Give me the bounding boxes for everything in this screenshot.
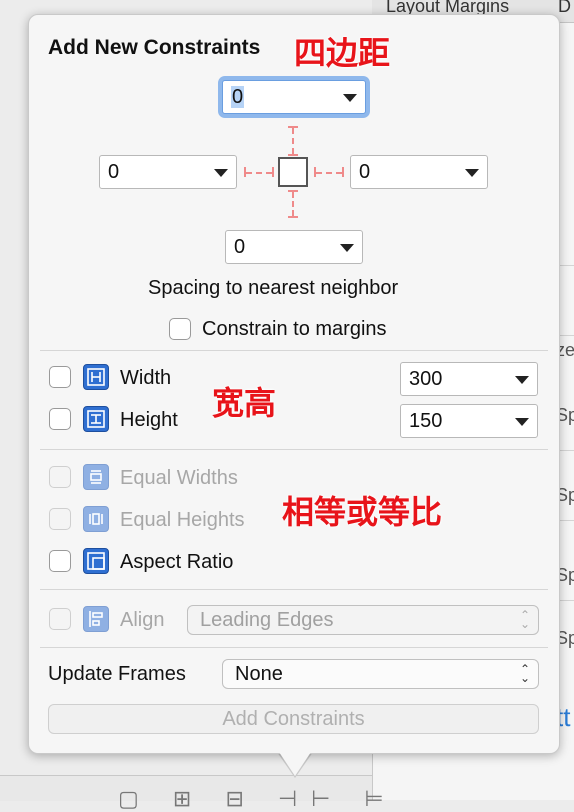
equal-widths-label: Equal Widths: [120, 467, 238, 489]
height-constraint-icon: [83, 406, 109, 432]
chevron-down-icon[interactable]: [214, 169, 228, 177]
bottom-spacing-field[interactable]: 0: [225, 230, 363, 264]
popover-arrow: [279, 752, 311, 776]
width-value-field[interactable]: 300: [400, 362, 538, 396]
left-strut-cap[interactable]: [272, 167, 274, 177]
update-frames-label: Update Frames: [48, 663, 186, 685]
align-label: Align: [120, 609, 165, 631]
right-strut[interactable]: [316, 172, 342, 174]
right-spacing-field[interactable]: 0: [350, 155, 488, 189]
annotation-size: 宽高: [212, 385, 277, 421]
view-box-icon: [278, 157, 308, 187]
bottom-spacing-value: 0: [234, 236, 246, 258]
update-frames-value: None: [235, 663, 283, 685]
add-constraints-button[interactable]: Add Constraints: [48, 704, 539, 734]
chevron-down-icon[interactable]: [343, 94, 357, 102]
left-spacing-field[interactable]: 0: [99, 155, 237, 189]
chevron-down-icon[interactable]: [340, 244, 354, 252]
aspect-ratio-label: Aspect Ratio: [120, 551, 234, 573]
bottom-strut-cap[interactable]: [288, 216, 298, 218]
align-popup[interactable]: Leading Edges ⌃ ⌄: [187, 605, 539, 635]
header-fragment: D: [558, 0, 571, 16]
width-constraint-icon: [83, 364, 109, 390]
align-value: Leading Edges: [200, 609, 334, 631]
align-icon: [83, 606, 109, 632]
right-spacing-value: 0: [359, 161, 371, 183]
width-label: Width: [120, 367, 172, 389]
up-down-chevron-icon: ⌃ ⌄: [519, 608, 530, 631]
section-divider: [40, 350, 548, 351]
update-frames-popup[interactable]: None ⌃ ⌄: [222, 659, 539, 689]
up-down-chevron-icon: ⌃ ⌄: [519, 662, 530, 685]
annotation-equal: 相等或等比: [282, 494, 443, 530]
section-divider: [40, 449, 548, 450]
spacing-caption: Spacing to nearest neighbor: [148, 277, 399, 299]
equal-heights-label: Equal Heights: [120, 509, 245, 531]
bottom-strut[interactable]: [292, 192, 294, 216]
width-value: 300: [409, 368, 443, 390]
equal-widths-checkbox[interactable]: [49, 466, 71, 488]
aspect-ratio-checkbox[interactable]: [49, 550, 71, 572]
top-spacing-value: 0: [231, 86, 245, 108]
height-checkbox[interactable]: [49, 408, 71, 430]
annotation-margins: 四边距: [294, 35, 391, 71]
chevron-down-icon[interactable]: [515, 376, 529, 384]
left-spacing-value: 0: [108, 161, 120, 183]
popover-title: Add New Constraints: [48, 36, 261, 59]
top-strut[interactable]: [292, 128, 294, 154]
constrain-margins-label: Constrain to margins: [202, 318, 387, 340]
height-label: Height: [120, 409, 178, 431]
top-spacing-field[interactable]: 0: [222, 80, 366, 114]
constrain-margins-checkbox[interactable]: [169, 318, 191, 340]
left-strut[interactable]: [246, 172, 272, 174]
height-value: 150: [409, 410, 443, 432]
height-value-field[interactable]: 150: [400, 404, 538, 438]
aspect-ratio-icon: [83, 548, 109, 574]
align-checkbox[interactable]: [49, 608, 71, 630]
top-strut-cap[interactable]: [288, 154, 298, 156]
equal-heights-checkbox[interactable]: [49, 508, 71, 530]
section-divider: [40, 647, 548, 648]
equal-widths-icon: [83, 464, 109, 490]
chevron-down-icon[interactable]: [465, 169, 479, 177]
chevron-down-icon[interactable]: [515, 418, 529, 426]
layout-toolbar-icons[interactable]: ▢ ⊞ ⊟ ⊣⊢ ⊨: [118, 786, 398, 812]
right-strut-cap[interactable]: [342, 167, 344, 177]
equal-heights-icon: [83, 506, 109, 532]
width-checkbox[interactable]: [49, 366, 71, 388]
section-divider: [40, 589, 548, 590]
